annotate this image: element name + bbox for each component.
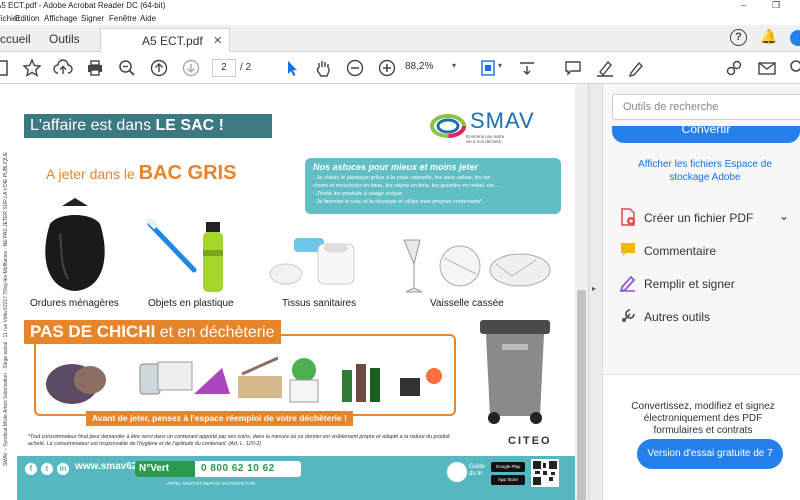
tips-box: Nos astuces pour mieux et moins jeter - … — [305, 158, 561, 214]
fit-page-icon[interactable] — [478, 58, 498, 78]
reuse-reminder: Avant de jeter, pensez à l'espace réempl… — [86, 411, 353, 426]
qr-code-icon — [531, 459, 559, 487]
comment-icon[interactable] — [563, 58, 583, 78]
promo-panel: Convertissez, modifiez et signez électro… — [603, 374, 800, 500]
bookmark-star-icon[interactable] — [22, 58, 42, 78]
save-icon[interactable] — [0, 58, 12, 78]
side-legal-text: SMAV – Syndicat Mixte Artois Valorisatio… — [3, 151, 9, 466]
help-icon[interactable]: ? — [730, 29, 747, 46]
hand-tool-icon[interactable] — [313, 58, 333, 78]
upload-cloud-icon[interactable] — [53, 58, 73, 78]
menu-view[interactable]: Affichage — [44, 14, 77, 23]
close-icon[interactable]: ✕ — [213, 34, 222, 47]
comment-icon — [621, 243, 635, 256]
title-bar: A5 ECT.pdf - Adobe Acrobat Reader DC (64… — [0, 0, 800, 12]
tools-pane: Outils de recherche Convertir Afficher l… — [602, 84, 800, 500]
promo-text: Convertissez, modifiez et signez électro… — [631, 401, 775, 436]
broken-dishes-icon — [403, 239, 551, 293]
page-number-input[interactable]: 2 — [212, 59, 236, 77]
mail-icon[interactable] — [757, 58, 777, 78]
twitter-icon[interactable]: t — [41, 463, 53, 475]
tool-more[interactable]: Autres outils — [619, 307, 799, 327]
create-pdf-icon — [621, 208, 635, 226]
toolbar: 2 / 2 88,2% ▾ ▾ — [0, 52, 800, 84]
previous-page-icon[interactable] — [149, 58, 169, 78]
highlight-pen-icon[interactable] — [595, 58, 615, 78]
scroll-mode-icon[interactable] — [517, 58, 537, 78]
footnote: *Tout consommateur final peut demander à… — [28, 434, 450, 447]
convert-button[interactable]: Convertir — [612, 123, 800, 143]
menu-help[interactable]: Aide — [140, 14, 156, 23]
smav-logo: SMAV Donnons une autre vie à nos déchets — [428, 104, 558, 146]
chevron-down-icon[interactable]: ▾ — [452, 61, 456, 70]
water-bottle-icon — [203, 222, 223, 292]
free-call-note: APPEL GRATUIT DEPUIS UN POSTE FIXE — [167, 481, 256, 486]
menu-sign[interactable]: Signer — [81, 14, 104, 23]
free-trial-button[interactable]: Version d'essai gratuite de 7 jours — [637, 439, 783, 489]
tool-search-input[interactable]: Outils de recherche — [612, 94, 800, 120]
fill-sign-icon — [619, 275, 636, 292]
bell-icon[interactable]: 🔔 — [760, 28, 777, 45]
minimize-button[interactable]: – — [741, 0, 746, 10]
avatar[interactable] — [790, 30, 800, 46]
link-share-icon[interactable] — [724, 58, 744, 78]
print-icon[interactable] — [85, 58, 105, 78]
trash-bag-icon — [45, 198, 105, 291]
heading-banner: L'affaire est dans LE SAC ! — [24, 114, 272, 138]
zoom-level[interactable]: 88,2% — [405, 61, 433, 72]
guide-du-tri-label: Guide du tri — [469, 464, 486, 477]
vertical-scrollbar[interactable] — [575, 84, 588, 500]
next-page-icon[interactable] — [181, 58, 201, 78]
zoom-search-icon[interactable] — [117, 58, 137, 78]
chevron-right-icon[interactable]: ▸ — [592, 284, 596, 293]
page-total: / 2 — [240, 62, 252, 73]
bac-gris-heading: A jeter dans le BAC GRIS — [46, 162, 237, 184]
sign-pen-icon[interactable] — [627, 58, 647, 78]
tool-fill-sign[interactable]: Remplir et signer — [619, 274, 799, 294]
tab-tools[interactable]: Outils — [49, 32, 80, 46]
tab-document-label: A5 ECT.pdf — [142, 34, 203, 48]
menu-edit[interactable]: Edition — [15, 14, 39, 23]
citeo-logo: CITEO — [508, 435, 552, 447]
menu-window[interactable]: Fenêtre — [109, 14, 137, 23]
app-store-badge: App Store — [491, 475, 525, 485]
sanitary-tissues-icon — [269, 238, 355, 285]
storage-link[interactable]: Afficher les fichiers Espace de stockage… — [617, 158, 793, 184]
pane-collapse-handle[interactable]: ▸ — [588, 84, 602, 500]
select-cursor-icon[interactable] — [282, 58, 302, 78]
more-tools-icon — [622, 309, 635, 322]
tab-document[interactable]: A5 ECT.pdf ✕ — [100, 28, 230, 52]
caption-ordures: Ordures ménagères — [30, 298, 119, 309]
window-title: A5 ECT.pdf - Adobe Acrobat Reader DC (64… — [0, 1, 166, 10]
chevron-down-icon[interactable]: ▾ — [498, 61, 502, 70]
tab-row: Accueil Outils A5 ECT.pdf ✕ ? 🔔 — [0, 25, 800, 52]
caption-tissus: Tissus sanitaires — [282, 298, 357, 309]
toothbrush-icon — [145, 218, 197, 273]
caption-plastique: Objets en plastique — [148, 298, 234, 309]
google-play-badge: Google Play — [491, 462, 525, 472]
green-number: N°Vert 0 800 62 10 62 — [135, 461, 301, 477]
smav-swirl-icon — [430, 114, 466, 138]
maximize-button[interactable]: ❐ — [772, 0, 780, 11]
facebook-icon[interactable]: f — [25, 463, 37, 475]
caption-vaisselle: Vaisselle cassée — [430, 298, 504, 309]
chevron-down-icon[interactable]: ⌄ — [779, 209, 789, 223]
scrollbar-thumb[interactable] — [577, 290, 586, 500]
zoom-in-icon[interactable] — [377, 58, 397, 78]
menu-bar: Fichier Edition Affichage Signer Fenêtre… — [0, 12, 800, 25]
grey-bin-icon — [480, 320, 550, 424]
tab-home[interactable]: Accueil — [0, 32, 31, 46]
zoom-out-icon[interactable] — [345, 58, 365, 78]
dechetterie-heading: PAS DE CHICHI et en déchèterie — [24, 320, 281, 344]
document-view[interactable]: SMAV – Syndicat Mixte Artois Valorisatio… — [0, 84, 588, 500]
search-icon[interactable] — [788, 58, 800, 78]
linkedin-icon[interactable]: in — [57, 463, 69, 475]
contact-bar: f t in www.smav62.fr N°Vert 0 800 62 10 … — [17, 456, 575, 500]
tool-comment[interactable]: Commentaire — [619, 241, 799, 261]
dechetterie-items-icon — [46, 356, 442, 404]
guide-du-tri-icon — [447, 462, 467, 482]
tool-create-pdf[interactable]: Créer un fichier PDF ⌄ — [619, 208, 799, 228]
